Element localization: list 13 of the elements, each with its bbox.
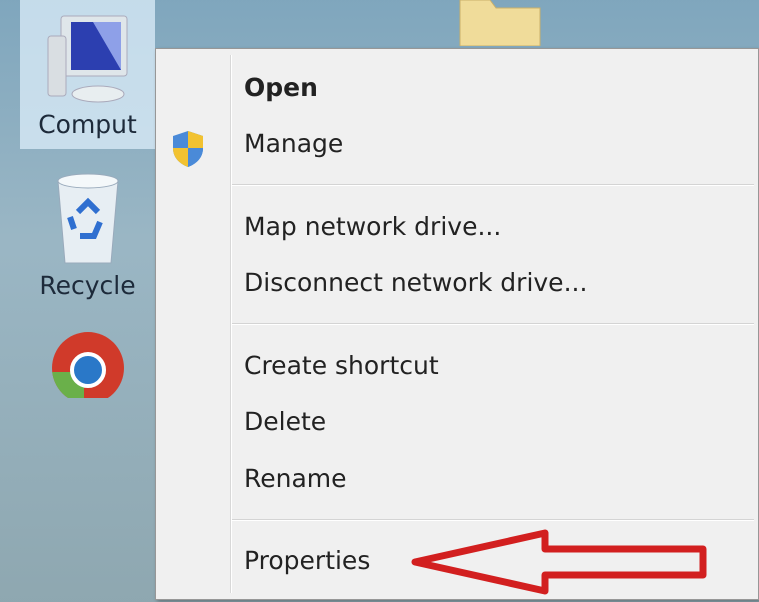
shield-icon: [170, 128, 206, 169]
menu-item[interactable]: Map network drive...: [156, 198, 758, 255]
menu-item[interactable]: Create shortcut: [156, 337, 758, 394]
desktop-icon[interactable]: Comput: [20, 0, 155, 149]
menu-item[interactable]: Disconnect network drive...: [156, 254, 758, 312]
menu-item[interactable]: Rename: [156, 450, 758, 507]
icon-label: Comput: [38, 110, 137, 139]
menu-item[interactable]: Open: [156, 59, 758, 116]
menu-item[interactable]: Delete: [156, 394, 758, 450]
desktop-icon[interactable]: Recycle: [20, 161, 155, 310]
menu-item[interactable]: Manage: [156, 116, 758, 172]
icon-label: Recycle: [39, 271, 136, 300]
menu-item[interactable]: Properties: [156, 532, 758, 590]
